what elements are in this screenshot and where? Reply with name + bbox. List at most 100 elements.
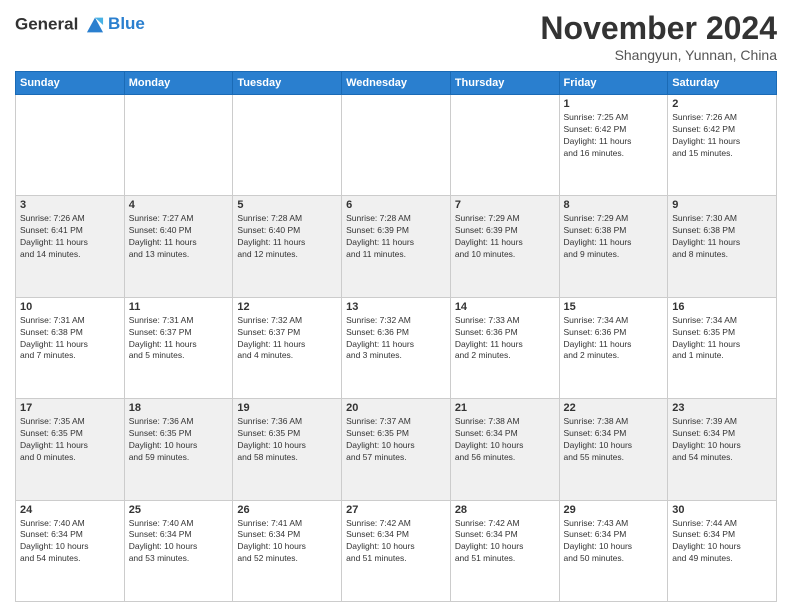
day-number: 29 xyxy=(564,504,664,516)
day-number: 14 xyxy=(455,301,555,313)
logo-general: General xyxy=(15,14,78,33)
calendar-cell xyxy=(16,95,125,196)
day-number: 25 xyxy=(129,504,229,516)
day-info: Sunrise: 7:38 AM Sunset: 6:34 PM Dayligh… xyxy=(455,416,555,464)
day-number: 11 xyxy=(129,301,229,313)
day-info: Sunrise: 7:31 AM Sunset: 6:37 PM Dayligh… xyxy=(129,315,229,363)
day-number: 2 xyxy=(672,98,772,110)
day-info: Sunrise: 7:33 AM Sunset: 6:36 PM Dayligh… xyxy=(455,315,555,363)
day-number: 10 xyxy=(20,301,120,313)
day-number: 23 xyxy=(672,402,772,414)
day-info: Sunrise: 7:42 AM Sunset: 6:34 PM Dayligh… xyxy=(346,518,446,566)
day-info: Sunrise: 7:36 AM Sunset: 6:35 PM Dayligh… xyxy=(129,416,229,464)
header-saturday: Saturday xyxy=(668,72,777,95)
header-thursday: Thursday xyxy=(450,72,559,95)
day-info: Sunrise: 7:35 AM Sunset: 6:35 PM Dayligh… xyxy=(20,416,120,464)
day-info: Sunrise: 7:27 AM Sunset: 6:40 PM Dayligh… xyxy=(129,213,229,261)
calendar-cell: 10 Sunrise: 7:31 AM Sunset: 6:38 PM Dayli… xyxy=(16,297,125,398)
day-info: Sunrise: 7:42 AM Sunset: 6:34 PM Dayligh… xyxy=(455,518,555,566)
day-number: 17 xyxy=(20,402,120,414)
day-number: 12 xyxy=(237,301,337,313)
day-info: Sunrise: 7:40 AM Sunset: 6:34 PM Dayligh… xyxy=(129,518,229,566)
header-wednesday: Wednesday xyxy=(342,72,451,95)
header-monday: Monday xyxy=(124,72,233,95)
week-row-1: 1Sunrise: 7:25 AM Sunset: 6:42 PM Daylig… xyxy=(16,95,777,196)
day-number: 18 xyxy=(129,402,229,414)
calendar-cell: 30Sunrise: 7:44 AM Sunset: 6:34 PM Dayli… xyxy=(668,500,777,601)
calendar-cell: 18 Sunrise: 7:36 AM Sunset: 6:35 PM Dayli… xyxy=(124,399,233,500)
calendar-cell: 22 Sunrise: 7:38 AM Sunset: 6:34 PM Dayli… xyxy=(559,399,668,500)
day-info: Sunrise: 7:26 AM Sunset: 6:42 PM Dayligh… xyxy=(672,112,772,160)
day-number: 13 xyxy=(346,301,446,313)
logo-blue: Blue xyxy=(108,14,145,34)
day-info: Sunrise: 7:26 AM Sunset: 6:41 PM Dayligh… xyxy=(20,213,120,261)
day-info: Sunrise: 7:38 AM Sunset: 6:34 PM Dayligh… xyxy=(564,416,664,464)
calendar-cell: 17 Sunrise: 7:35 AM Sunset: 6:35 PM Dayli… xyxy=(16,399,125,500)
calendar-cell: 13 Sunrise: 7:32 AM Sunset: 6:36 PM Dayli… xyxy=(342,297,451,398)
day-number: 20 xyxy=(346,402,446,414)
day-number: 22 xyxy=(564,402,664,414)
weekday-header-row: Sunday Monday Tuesday Wednesday Thursday… xyxy=(16,72,777,95)
calendar-cell: 15 Sunrise: 7:34 AM Sunset: 6:36 PM Dayli… xyxy=(559,297,668,398)
day-info: Sunrise: 7:28 AM Sunset: 6:40 PM Dayligh… xyxy=(237,213,337,261)
header-friday: Friday xyxy=(559,72,668,95)
day-info: Sunrise: 7:37 AM Sunset: 6:35 PM Dayligh… xyxy=(346,416,446,464)
calendar-cell: 29 Sunrise: 7:43 AM Sunset: 6:34 PM Dayli… xyxy=(559,500,668,601)
location: Shangyun, Yunnan, China xyxy=(540,47,777,63)
calendar-cell: 21 Sunrise: 7:38 AM Sunset: 6:34 PM Dayli… xyxy=(450,399,559,500)
day-number: 19 xyxy=(237,402,337,414)
calendar-table: Sunday Monday Tuesday Wednesday Thursday… xyxy=(15,71,777,602)
calendar-cell: 9 Sunrise: 7:30 AM Sunset: 6:38 PM Daylig… xyxy=(668,196,777,297)
calendar-cell: 2 Sunrise: 7:26 AM Sunset: 6:42 PM Daylig… xyxy=(668,95,777,196)
day-info: Sunrise: 7:29 AM Sunset: 6:38 PM Dayligh… xyxy=(564,213,664,261)
day-number: 26 xyxy=(237,504,337,516)
logo: General Blue xyxy=(15,14,145,36)
day-info: Sunrise: 7:34 AM Sunset: 6:35 PM Dayligh… xyxy=(672,315,772,363)
day-info: Sunrise: 7:25 AM Sunset: 6:42 PM Dayligh… xyxy=(564,112,664,160)
day-info: Sunrise: 7:39 AM Sunset: 6:34 PM Dayligh… xyxy=(672,416,772,464)
calendar-cell: 8 Sunrise: 7:29 AM Sunset: 6:38 PM Daylig… xyxy=(559,196,668,297)
calendar-cell xyxy=(233,95,342,196)
calendar-cell: 23 Sunrise: 7:39 AM Sunset: 6:34 PM Dayli… xyxy=(668,399,777,500)
day-number: 5 xyxy=(237,199,337,211)
calendar-cell xyxy=(124,95,233,196)
day-number: 9 xyxy=(672,199,772,211)
day-info: Sunrise: 7:36 AM Sunset: 6:35 PM Dayligh… xyxy=(237,416,337,464)
calendar-cell xyxy=(450,95,559,196)
day-info: Sunrise: 7:31 AM Sunset: 6:38 PM Dayligh… xyxy=(20,315,120,363)
day-info: Sunrise: 7:34 AM Sunset: 6:36 PM Dayligh… xyxy=(564,315,664,363)
calendar-cell: 14 Sunrise: 7:33 AM Sunset: 6:36 PM Dayli… xyxy=(450,297,559,398)
day-info: Sunrise: 7:30 AM Sunset: 6:38 PM Dayligh… xyxy=(672,213,772,261)
week-row-5: 24 Sunrise: 7:40 AM Sunset: 6:34 PM Dayli… xyxy=(16,500,777,601)
week-row-2: 3Sunrise: 7:26 AM Sunset: 6:41 PM Daylig… xyxy=(16,196,777,297)
header-sunday: Sunday xyxy=(16,72,125,95)
day-number: 21 xyxy=(455,402,555,414)
day-info: Sunrise: 7:41 AM Sunset: 6:34 PM Dayligh… xyxy=(237,518,337,566)
week-row-4: 17 Sunrise: 7:35 AM Sunset: 6:35 PM Dayli… xyxy=(16,399,777,500)
day-info: Sunrise: 7:32 AM Sunset: 6:36 PM Dayligh… xyxy=(346,315,446,363)
calendar-cell: 5 Sunrise: 7:28 AM Sunset: 6:40 PM Daylig… xyxy=(233,196,342,297)
day-number: 6 xyxy=(346,199,446,211)
day-number: 30 xyxy=(672,504,772,516)
day-info: Sunrise: 7:32 AM Sunset: 6:37 PM Dayligh… xyxy=(237,315,337,363)
day-number: 7 xyxy=(455,199,555,211)
logo-text: General Blue xyxy=(15,14,145,36)
calendar-cell: 12 Sunrise: 7:32 AM Sunset: 6:37 PM Dayli… xyxy=(233,297,342,398)
day-number: 4 xyxy=(129,199,229,211)
calendar-cell xyxy=(342,95,451,196)
month-title: November 2024 xyxy=(540,10,777,47)
calendar-cell: 4 Sunrise: 7:27 AM Sunset: 6:40 PM Daylig… xyxy=(124,196,233,297)
calendar-cell: 3Sunrise: 7:26 AM Sunset: 6:41 PM Daylig… xyxy=(16,196,125,297)
day-info: Sunrise: 7:28 AM Sunset: 6:39 PM Dayligh… xyxy=(346,213,446,261)
header: General Blue November 2024 Shangyun, Yun… xyxy=(15,10,777,63)
calendar-cell: 25 Sunrise: 7:40 AM Sunset: 6:34 PM Dayli… xyxy=(124,500,233,601)
logo-icon xyxy=(84,14,106,36)
header-tuesday: Tuesday xyxy=(233,72,342,95)
day-info: Sunrise: 7:43 AM Sunset: 6:34 PM Dayligh… xyxy=(564,518,664,566)
day-number: 27 xyxy=(346,504,446,516)
week-row-3: 10 Sunrise: 7:31 AM Sunset: 6:38 PM Dayli… xyxy=(16,297,777,398)
calendar-cell: 27 Sunrise: 7:42 AM Sunset: 6:34 PM Dayli… xyxy=(342,500,451,601)
day-number: 15 xyxy=(564,301,664,313)
day-number: 24 xyxy=(20,504,120,516)
day-number: 8 xyxy=(564,199,664,211)
